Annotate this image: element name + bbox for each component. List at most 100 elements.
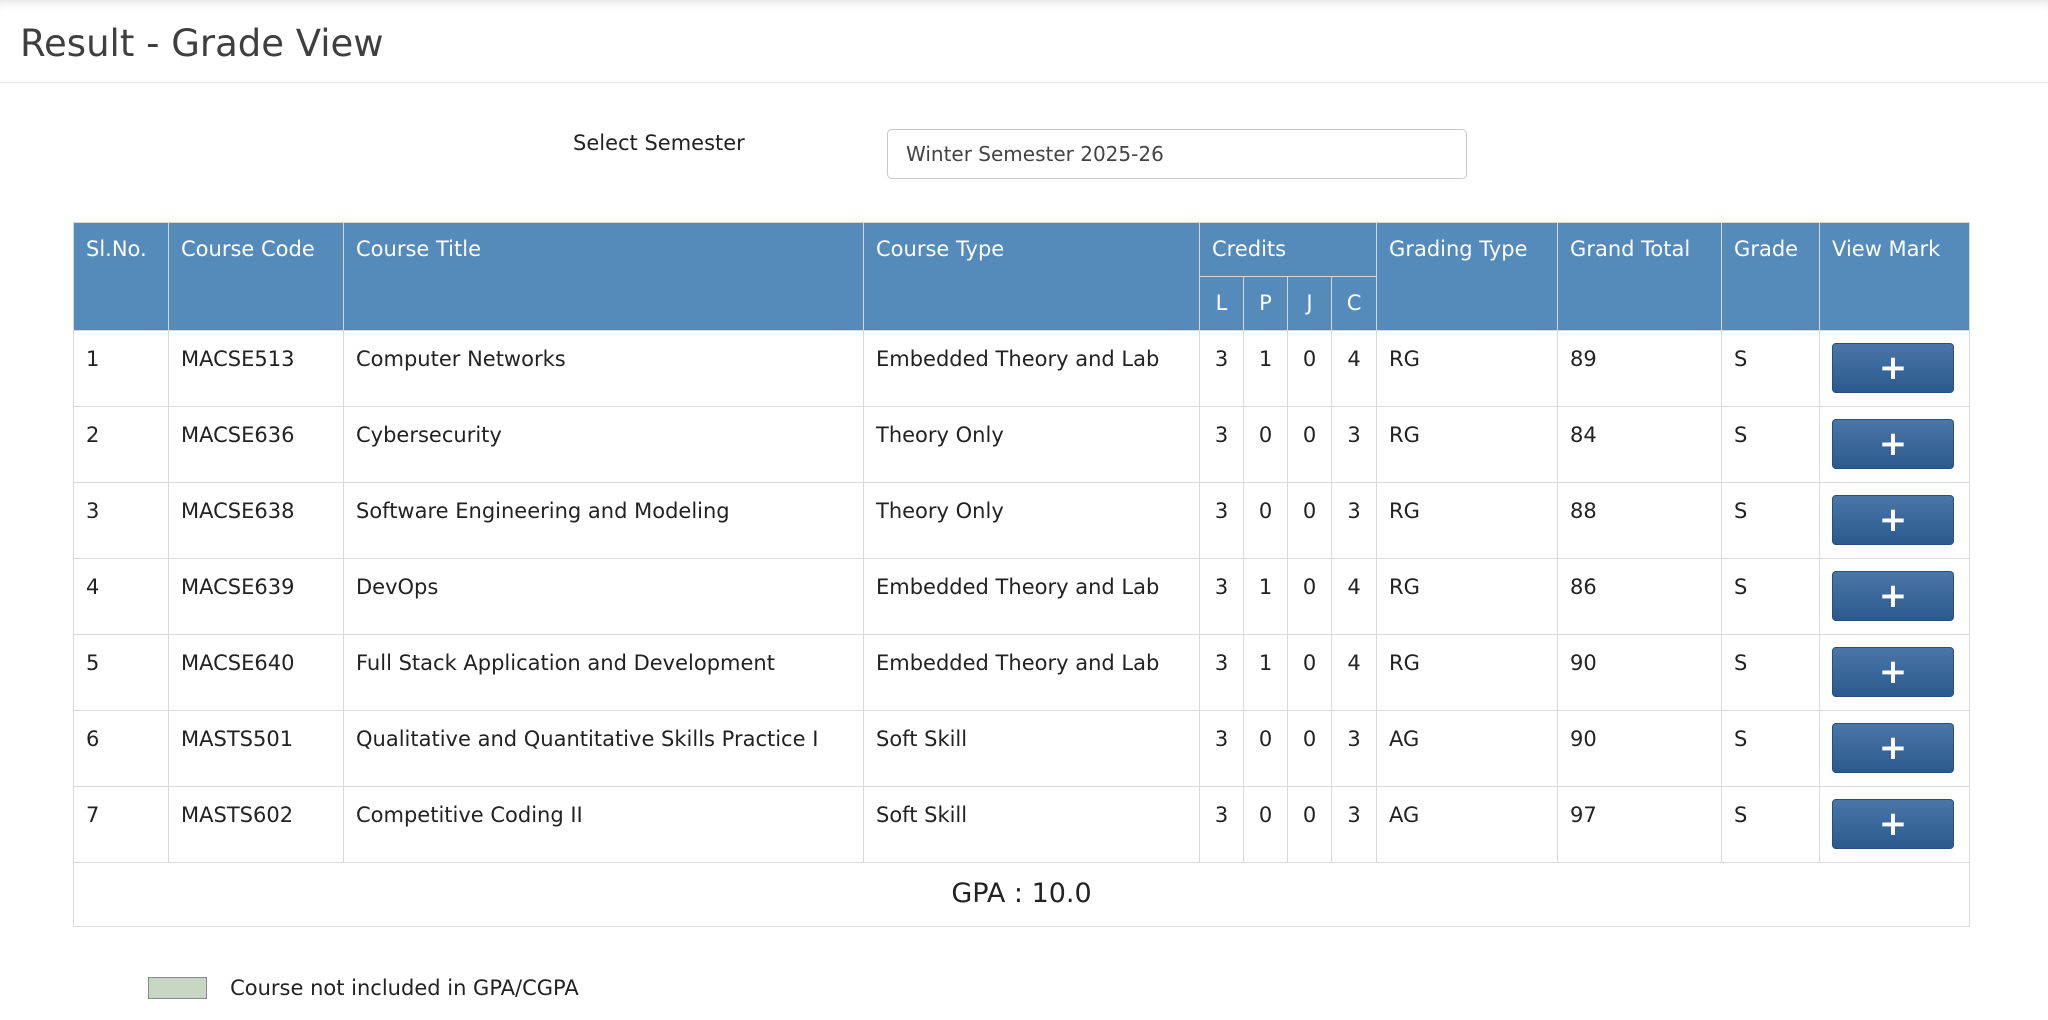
cell-course-type: Embedded Theory and Lab <box>863 330 1200 407</box>
cell-grade: S <box>1721 482 1821 559</box>
cell-grade: S <box>1721 634 1821 711</box>
cell-course-type: Soft Skill <box>863 786 1200 863</box>
cell-credit-p: 1 <box>1243 330 1288 407</box>
view-mark-button[interactable]: + <box>1832 723 1955 773</box>
cell-credit-c: 4 <box>1330 330 1378 407</box>
cell-credit-l: 3 <box>1199 710 1244 787</box>
cell-sl-no: 2 <box>73 406 169 483</box>
cell-course-type: Embedded Theory and Lab <box>863 558 1200 635</box>
cell-course-type: Theory Only <box>863 406 1200 483</box>
cell-credit-p: 1 <box>1243 634 1288 711</box>
grade-table: Sl.No. Course Code Course Title Course T… <box>72 222 1971 927</box>
cell-credit-c: 3 <box>1330 482 1378 559</box>
cell-grand-total: 97 <box>1557 786 1723 863</box>
cell-credit-j: 0 <box>1287 634 1332 711</box>
cell-sl-no: 6 <box>73 710 169 787</box>
header-course-title: Course Title <box>343 222 864 331</box>
top-bar: Result - Grade View <box>0 0 2048 83</box>
cell-grading-type: AG <box>1376 786 1559 863</box>
cell-view-mark: + <box>1819 786 1971 863</box>
header-view-mark: View Mark <box>1819 222 1971 331</box>
cell-credit-j: 0 <box>1287 482 1332 559</box>
cell-course-title: DevOps <box>343 558 864 635</box>
cell-grand-total: 90 <box>1557 634 1723 711</box>
cell-sl-no: 1 <box>73 330 169 407</box>
cell-credit-j: 0 <box>1287 406 1332 483</box>
cell-credit-l: 3 <box>1199 634 1244 711</box>
legend: Course not included in GPA/CGPA <box>148 976 579 1000</box>
header-credit-p: P <box>1243 276 1288 331</box>
cell-view-mark: + <box>1819 558 1971 635</box>
cell-view-mark: + <box>1819 482 1971 559</box>
cell-grading-type: RG <box>1376 634 1559 711</box>
table-row: 4 MACSE639 DevOps Embedded Theory and La… <box>73 558 1971 635</box>
cell-course-code: MACSE639 <box>168 558 344 635</box>
cell-grand-total: 89 <box>1557 330 1723 407</box>
cell-view-mark: + <box>1819 406 1971 483</box>
header-sl-no: Sl.No. <box>73 222 169 331</box>
cell-credit-c: 3 <box>1330 406 1378 483</box>
table-row: 6 MASTS501 Qualitative and Quantitative … <box>73 710 1971 787</box>
table-row: 3 MACSE638 Software Engineering and Mode… <box>73 482 1971 559</box>
cell-grading-type: RG <box>1376 330 1559 407</box>
cell-course-code: MACSE513 <box>168 330 344 407</box>
header-credit-l: L <box>1199 276 1244 331</box>
cell-credit-p: 1 <box>1243 558 1288 635</box>
cell-grading-type: RG <box>1376 482 1559 559</box>
cell-credit-c: 4 <box>1330 634 1378 711</box>
cell-credit-l: 3 <box>1199 482 1244 559</box>
header-grade: Grade <box>1721 222 1821 331</box>
view-mark-button[interactable]: + <box>1832 647 1955 697</box>
cell-credit-l: 3 <box>1199 786 1244 863</box>
cell-credit-j: 0 <box>1287 558 1332 635</box>
view-mark-button[interactable]: + <box>1832 571 1955 621</box>
cell-credit-j: 0 <box>1287 710 1332 787</box>
cell-credit-j: 0 <box>1287 330 1332 407</box>
cell-credit-p: 0 <box>1243 786 1288 863</box>
semester-select[interactable]: Winter Semester 2025-26 <box>887 129 1467 179</box>
cell-course-code: MACSE636 <box>168 406 344 483</box>
header-course-type: Course Type <box>863 222 1200 331</box>
cell-credit-p: 0 <box>1243 406 1288 483</box>
gpa-value: GPA : 10.0 <box>72 862 1971 927</box>
table-row: 2 MACSE636 Cybersecurity Theory Only 3 0… <box>73 406 1971 483</box>
header-credit-j: J <box>1287 276 1332 331</box>
table-row: 7 MASTS602 Competitive Coding II Soft Sk… <box>73 786 1971 863</box>
cell-sl-no: 3 <box>73 482 169 559</box>
cell-credit-l: 3 <box>1199 558 1244 635</box>
cell-course-code: MASTS602 <box>168 786 344 863</box>
cell-grading-type: AG <box>1376 710 1559 787</box>
cell-course-title: Cybersecurity <box>343 406 864 483</box>
header-course-code: Course Code <box>168 222 344 331</box>
cell-course-title: Software Engineering and Modeling <box>343 482 864 559</box>
view-mark-button[interactable]: + <box>1832 495 1955 545</box>
cell-grand-total: 88 <box>1557 482 1723 559</box>
cell-view-mark: + <box>1819 710 1971 787</box>
cell-course-title: Full Stack Application and Development <box>343 634 864 711</box>
legend-text: Course not included in GPA/CGPA <box>230 976 579 1000</box>
view-mark-button[interactable]: + <box>1832 343 1955 393</box>
cell-credit-j: 0 <box>1287 786 1332 863</box>
cell-grading-type: RG <box>1376 558 1559 635</box>
cell-course-type: Theory Only <box>863 482 1200 559</box>
cell-credit-c: 3 <box>1330 786 1378 863</box>
cell-course-title: Qualitative and Quantitative Skills Prac… <box>343 710 864 787</box>
cell-course-title: Computer Networks <box>343 330 864 407</box>
cell-view-mark: + <box>1819 330 1971 407</box>
select-semester-label: Select Semester <box>573 131 745 155</box>
cell-credit-p: 0 <box>1243 482 1288 559</box>
view-mark-button[interactable]: + <box>1832 419 1955 469</box>
cell-course-code: MACSE640 <box>168 634 344 711</box>
cell-course-type: Embedded Theory and Lab <box>863 634 1200 711</box>
gpa-row: GPA : 10.0 <box>72 862 1971 927</box>
cell-view-mark: + <box>1819 634 1971 711</box>
header-grand-total: Grand Total <box>1557 222 1723 331</box>
header-grading-type: Grading Type <box>1376 222 1559 331</box>
cell-grade: S <box>1721 558 1821 635</box>
legend-swatch <box>148 977 207 999</box>
cell-grand-total: 84 <box>1557 406 1723 483</box>
view-mark-button[interactable]: + <box>1832 799 1955 849</box>
table-row: 5 MACSE640 Full Stack Application and De… <box>73 634 1971 711</box>
cell-sl-no: 7 <box>73 786 169 863</box>
cell-credit-p: 0 <box>1243 710 1288 787</box>
